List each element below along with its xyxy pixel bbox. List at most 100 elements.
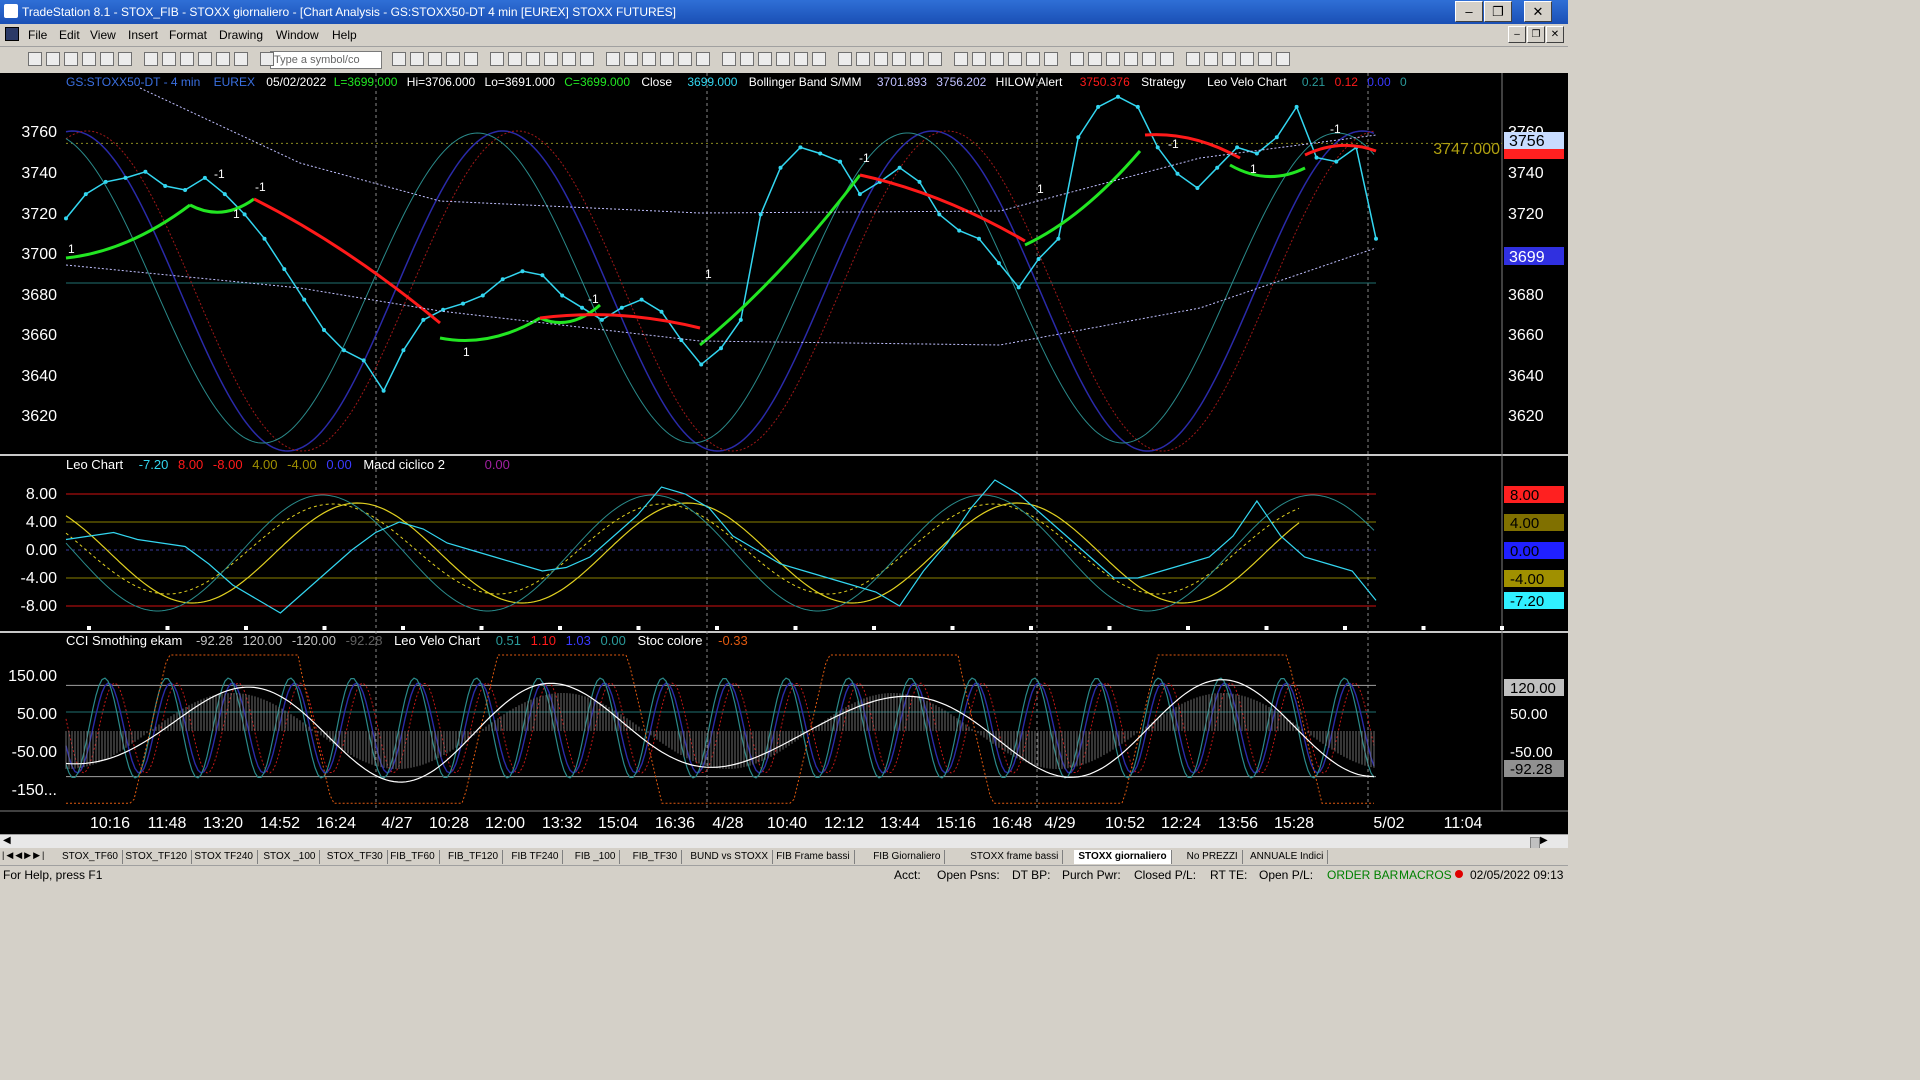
toolbar-tool-icon[interactable] <box>1276 52 1290 66</box>
toolbar-tool-icon[interactable] <box>1070 52 1084 66</box>
toolbar-tool-icon[interactable] <box>928 52 942 66</box>
chart-svg[interactable]: GS:STOXX50-DT - 4 min EUREX 05/02/2022 L… <box>0 73 1568 834</box>
toolbar-tool-icon[interactable] <box>972 52 986 66</box>
chart-area[interactable]: GS:STOXX50-DT - 4 min EUREX 05/02/2022 L… <box>0 73 1568 834</box>
tab-nav-icons[interactable]: |◀◀▶▶| <box>2 850 46 861</box>
tab-bund-vs-stoxx[interactable]: BUND vs STOXX <box>686 850 773 864</box>
toolbar-tool-icon[interactable] <box>990 52 1004 66</box>
toolbar-tool-icon[interactable] <box>198 52 212 66</box>
toolbar-tool-icon[interactable] <box>838 52 852 66</box>
toolbar-tool-icon[interactable] <box>758 52 772 66</box>
toolbar-tool-icon[interactable] <box>64 52 78 66</box>
toolbar-tool-icon[interactable] <box>490 52 504 66</box>
toolbar-tool-icon[interactable] <box>28 52 42 66</box>
toolbar-tool-icon[interactable] <box>696 52 710 66</box>
tab-fib-tf30[interactable]: FIB_TF30 <box>629 850 683 864</box>
tab-fib-tf120[interactable]: FIB_TF120 <box>444 850 504 864</box>
toolbar-tool-icon[interactable] <box>526 52 540 66</box>
toolbar-tool-icon[interactable] <box>562 52 576 66</box>
tab-stox-100[interactable]: STOX _100 <box>259 850 321 864</box>
toolbar-tool-icon[interactable] <box>1124 52 1138 66</box>
horizontal-scrollbar[interactable]: ◀ ▶ <box>0 834 1568 849</box>
toolbar-tool-icon[interactable] <box>260 52 274 66</box>
toolbar-tool-icon[interactable] <box>1222 52 1236 66</box>
toolbar-tool-icon[interactable] <box>1240 52 1254 66</box>
tab-fib-100[interactable]: FIB _100 <box>571 850 621 864</box>
toolbar-tool-icon[interactable] <box>144 52 158 66</box>
tab-no-prezzi[interactable]: No PREZZI <box>1183 850 1243 864</box>
toolbar-tool-icon[interactable] <box>794 52 808 66</box>
mdi-close-button[interactable]: ✕ <box>1546 26 1564 43</box>
toolbar-tool-icon[interactable] <box>428 52 442 66</box>
toolbar-tool-icon[interactable] <box>464 52 478 66</box>
toolbar-tool-icon[interactable] <box>118 52 132 66</box>
status-order-bar[interactable]: ORDER BAR <box>1327 868 1398 882</box>
toolbar-tool-icon[interactable] <box>410 52 424 66</box>
toolbar-tool-icon[interactable] <box>46 52 60 66</box>
toolbar-tool-icon[interactable] <box>446 52 460 66</box>
toolbar-tool-icon[interactable] <box>580 52 594 66</box>
tab-fib-frame-bassi[interactable]: FIB Frame bassi <box>772 850 855 864</box>
toolbar-tool-icon[interactable] <box>642 52 656 66</box>
tab-fib-tf240[interactable]: FIB TF240 <box>507 850 564 864</box>
scroll-left-icon[interactable]: ◀ <box>3 835 11 846</box>
toolbar-tool-icon[interactable] <box>100 52 114 66</box>
toolbar-tool-icon[interactable] <box>392 52 406 66</box>
toolbar-tool-icon[interactable] <box>180 52 194 66</box>
toolbar-tool-icon[interactable] <box>910 52 924 66</box>
toolbar-tool-icon[interactable] <box>812 52 826 66</box>
toolbar-tool-icon[interactable] <box>162 52 176 66</box>
menu-file[interactable]: File <box>28 28 47 42</box>
menu-help[interactable]: Help <box>332 28 357 42</box>
toolbar-tool-icon[interactable] <box>508 52 522 66</box>
toolbar-tool-icon[interactable] <box>234 52 248 66</box>
mdi-restore-button[interactable]: ❐ <box>1527 26 1545 43</box>
toolbar-tool-icon[interactable] <box>1160 52 1174 66</box>
toolbar-tool-icon[interactable] <box>544 52 558 66</box>
tab-fib-tf60[interactable]: FIB_TF60 <box>386 850 440 864</box>
menu-window[interactable]: Window <box>276 28 319 42</box>
toolbar-tool-icon[interactable] <box>1204 52 1218 66</box>
menu-view[interactable]: View <box>90 28 116 42</box>
menu-format[interactable]: Format <box>169 28 207 42</box>
minimize-button[interactable]: – <box>1455 1 1483 22</box>
toolbar-tool-icon[interactable] <box>1044 52 1058 66</box>
toolbar-tool-icon[interactable] <box>856 52 870 66</box>
toolbar-tool-icon[interactable] <box>776 52 790 66</box>
tab-stox-tf120[interactable]: STOX_TF120 <box>121 850 192 864</box>
toolbar-tool-icon[interactable] <box>1026 52 1040 66</box>
menu-drawing[interactable]: Drawing <box>219 28 263 42</box>
toolbar-tool-icon[interactable] <box>1008 52 1022 66</box>
toolbar-tool-icon[interactable] <box>606 52 620 66</box>
toolbar-tool-icon[interactable] <box>678 52 692 66</box>
toolbar-tool-icon[interactable] <box>722 52 736 66</box>
toolbar-tool-icon[interactable] <box>954 52 968 66</box>
tab-annuale-indici[interactable]: ANNUALE Indici <box>1246 850 1329 864</box>
tab-fib-giornaliero[interactable]: FIB Giornaliero <box>869 850 946 864</box>
tab-stox-tf240[interactable]: STOX TF240 <box>190 850 258 864</box>
toolbar-tool-icon[interactable] <box>892 52 906 66</box>
toolbar-tool-icon[interactable] <box>624 52 638 66</box>
tab-stoxx-giornaliero[interactable]: STOXX giornaliero <box>1074 850 1172 864</box>
toolbar-tool-icon[interactable] <box>1106 52 1120 66</box>
tab-stoxx-frame-bassi[interactable]: STOXX frame bassi <box>966 850 1064 864</box>
toolbar-tool-icon[interactable] <box>1088 52 1102 66</box>
toolbar-tool-icon[interactable] <box>82 52 96 66</box>
toolbar-tool-icon[interactable] <box>1186 52 1200 66</box>
symbol-input[interactable]: Type a symbol/co <box>270 51 382 69</box>
toolbar-tool-icon[interactable] <box>1142 52 1156 66</box>
menu-insert[interactable]: Insert <box>128 28 158 42</box>
menu-edit[interactable]: Edit <box>59 28 80 42</box>
status-macros[interactable]: MACROS <box>1399 868 1452 882</box>
scroll-right-icon[interactable]: ▶ <box>1540 835 1548 846</box>
toolbar-tool-icon[interactable] <box>1258 52 1272 66</box>
tab-stox-tf60[interactable]: STOX_TF60 <box>58 850 123 864</box>
tab-stox-tf30[interactable]: STOX_TF30 <box>323 850 388 864</box>
toolbar-tool-icon[interactable] <box>216 52 230 66</box>
mdi-minimize-button[interactable]: – <box>1508 26 1526 43</box>
toolbar-tool-icon[interactable] <box>874 52 888 66</box>
close-button[interactable]: ✕ <box>1524 1 1552 22</box>
maximize-button[interactable]: ❐ <box>1484 1 1512 22</box>
toolbar-tool-icon[interactable] <box>660 52 674 66</box>
toolbar-tool-icon[interactable] <box>740 52 754 66</box>
